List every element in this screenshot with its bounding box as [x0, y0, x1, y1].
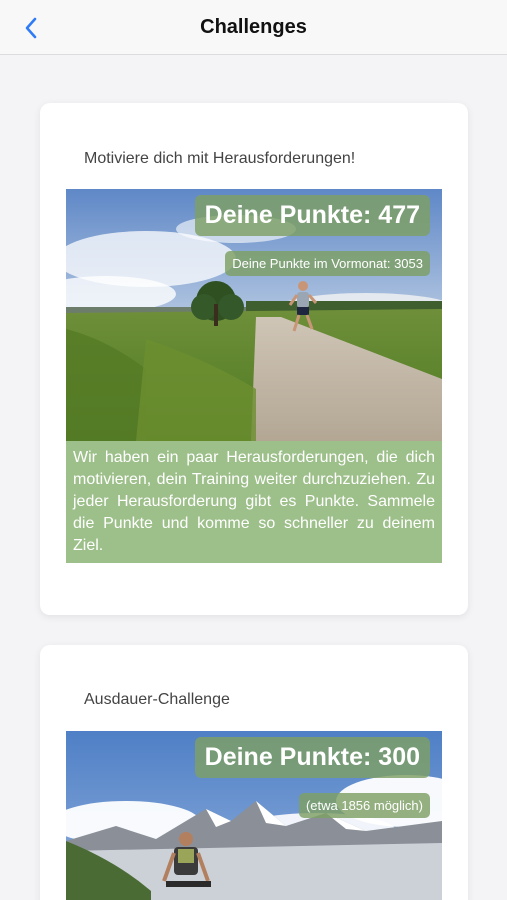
challenge-card-intro[interactable]: Motiviere dich mit Herausforderungen! De…: [40, 103, 468, 615]
challenge-description: Wir haben ein paar Herausforderungen, di…: [66, 441, 442, 563]
points-badge: Deine Punkte: 300: [194, 737, 430, 778]
runner-photo: Deine Punkte: 477 Deine Punkte im Vormon…: [66, 189, 442, 441]
mountain-photo: Deine Punkte: 300 (etwa 1856 möglich): [66, 731, 442, 900]
challenge-card-endurance[interactable]: Ausdauer-Challenge Deine Punkte: 300 (et…: [40, 645, 468, 900]
possible-points-badge: (etwa 1856 möglich): [298, 793, 430, 818]
card-heading: Ausdauer-Challenge: [84, 691, 230, 708]
previous-month-points-badge: Deine Punkte im Vormonat: 3053: [225, 251, 430, 276]
card-heading: Motiviere dich mit Herausforderungen!: [84, 150, 356, 167]
navigation-bar: Challenges: [0, 0, 507, 55]
page-title: Challenges: [200, 16, 307, 38]
points-badge: Deine Punkte: 477: [194, 195, 430, 236]
